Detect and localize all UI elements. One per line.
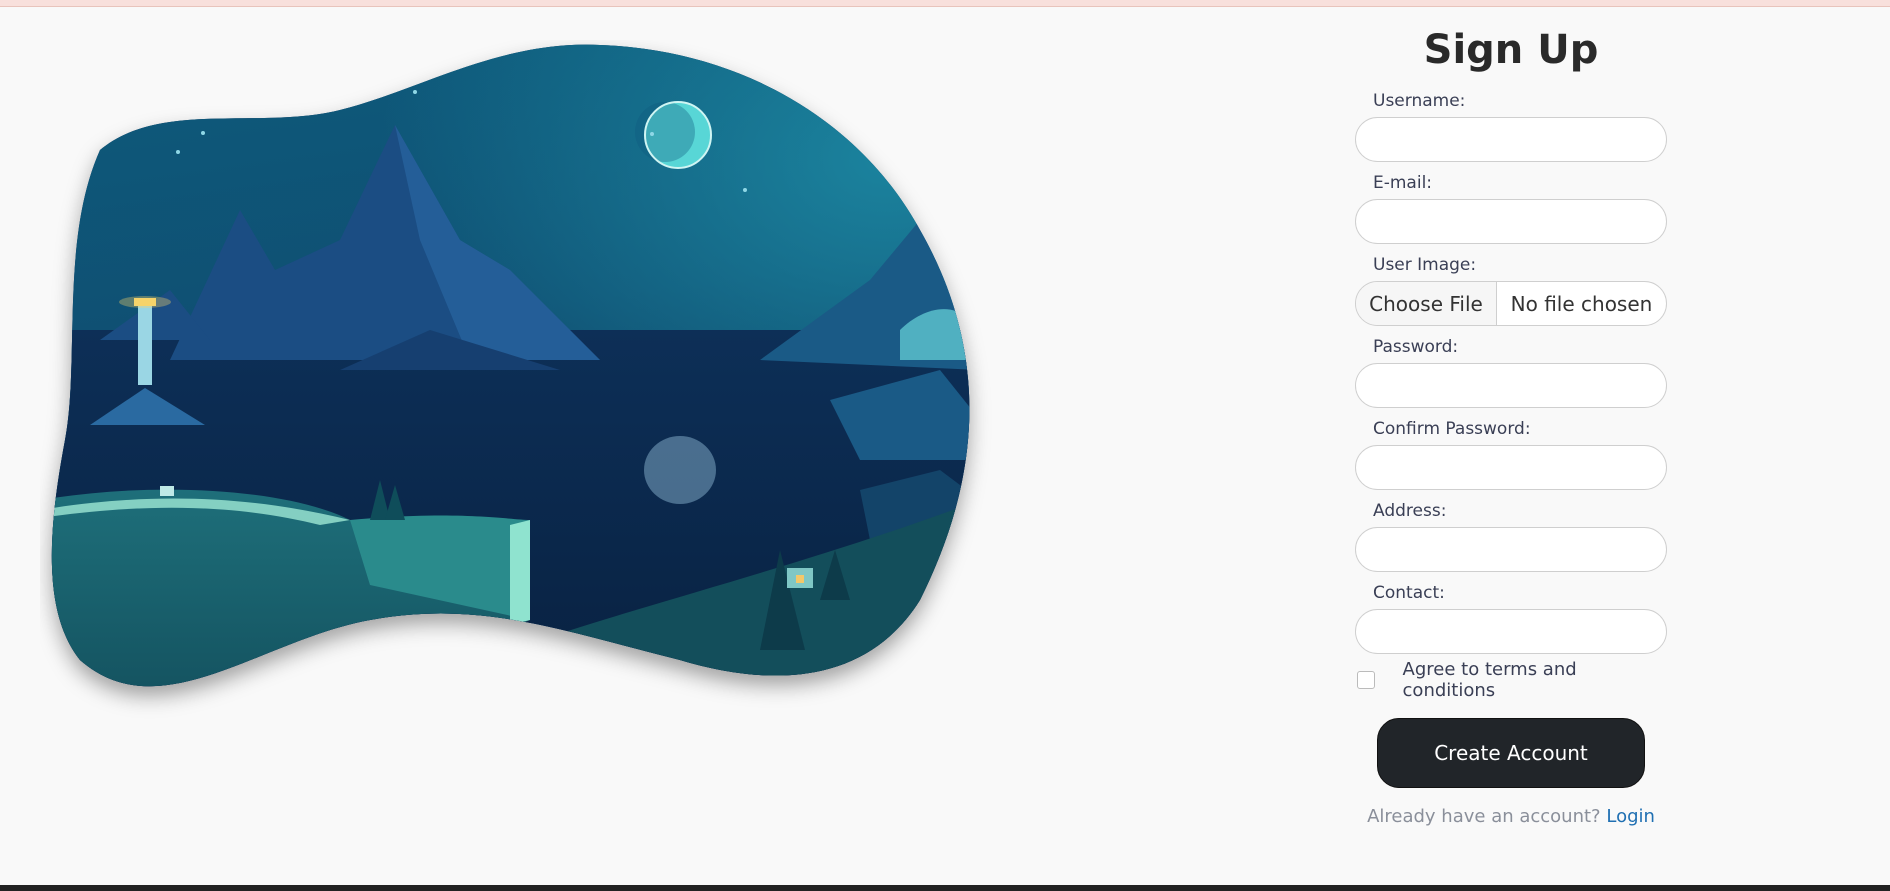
night-landscape-illustration	[51, 44, 970, 687]
email-label: E-mail:	[1373, 173, 1433, 193]
password-input[interactable]	[1355, 363, 1667, 408]
agree-row: Agree to terms and conditions	[1355, 659, 1667, 701]
password-label: Password:	[1373, 337, 1459, 357]
choose-file-button[interactable]: Choose File	[1356, 282, 1497, 325]
signup-form: Sign Up Username: E-mail: User Image: Ch…	[1355, 20, 1667, 827]
login-link[interactable]: Login	[1606, 806, 1655, 827]
username-label: Username:	[1373, 91, 1466, 111]
confirm-password-label: Confirm Password:	[1373, 419, 1531, 439]
agree-label: Agree to terms and conditions	[1402, 659, 1577, 701]
address-label: Address:	[1373, 501, 1447, 521]
user-image-label: User Image:	[1373, 255, 1477, 275]
confirm-password-group: Confirm Password:	[1355, 418, 1667, 490]
agree-checkbox[interactable]	[1357, 671, 1375, 689]
login-prompt: Already have an account? Login	[1355, 806, 1667, 827]
address-input[interactable]	[1355, 527, 1667, 572]
username-group: Username:	[1355, 90, 1667, 162]
contact-label: Contact:	[1373, 583, 1445, 603]
user-image-group: User Image: Choose File No file chosen	[1355, 254, 1667, 326]
username-input[interactable]	[1355, 117, 1667, 162]
bottom-bar	[0, 885, 1890, 891]
create-account-button[interactable]: Create Account	[1377, 718, 1645, 788]
address-group: Address:	[1355, 500, 1667, 572]
password-group: Password:	[1355, 336, 1667, 408]
email-group: E-mail:	[1355, 172, 1667, 244]
user-image-file-input[interactable]: Choose File No file chosen	[1355, 281, 1667, 326]
confirm-password-input[interactable]	[1355, 445, 1667, 490]
email-input[interactable]	[1355, 199, 1667, 244]
contact-input[interactable]	[1355, 609, 1667, 654]
page-title: Sign Up	[1423, 27, 1599, 73]
top-bar	[0, 0, 1890, 7]
file-status-text: No file chosen	[1510, 291, 1653, 316]
already-text: Already have an account?	[1367, 806, 1601, 827]
contact-group: Contact:	[1355, 582, 1667, 654]
